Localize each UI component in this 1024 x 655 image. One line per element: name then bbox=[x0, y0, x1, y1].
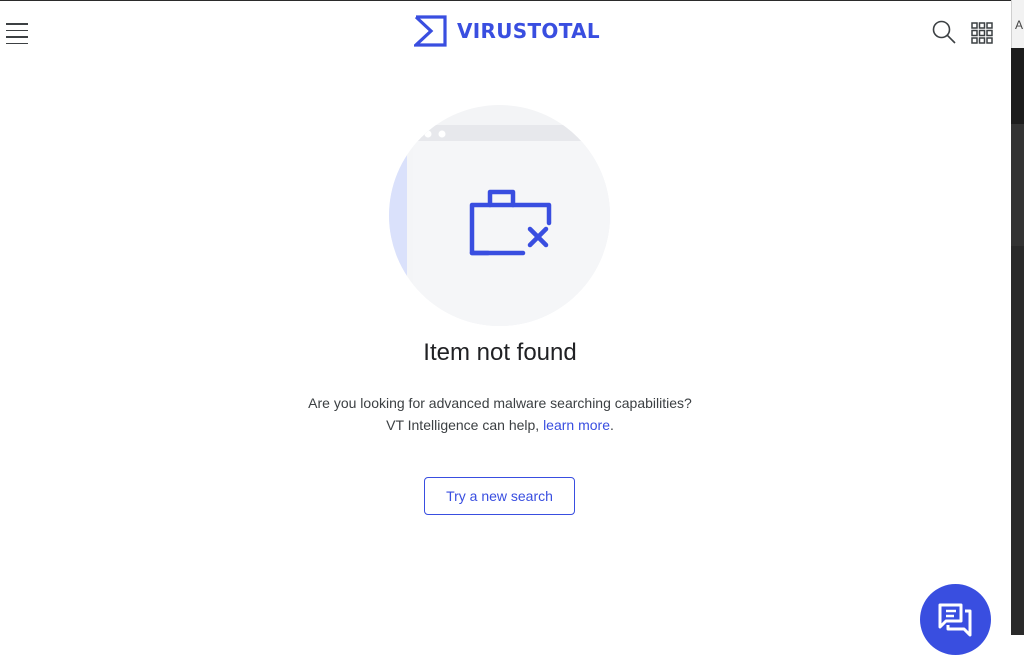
description-line-2: VT Intelligence can help, learn more. bbox=[0, 414, 1000, 436]
not-found-illustration bbox=[389, 105, 610, 326]
brand-name: VIRUSTOTAL bbox=[457, 19, 600, 43]
background-app-panel-lower bbox=[1011, 124, 1024, 246]
description-line-2-suffix: . bbox=[609, 417, 614, 433]
brand-logo[interactable]: VIRUSTOTAL bbox=[414, 15, 600, 47]
search-button[interactable] bbox=[932, 20, 956, 44]
background-app-toolbar: A bbox=[1011, 0, 1024, 48]
hamburger-menu-icon[interactable] bbox=[6, 23, 28, 45]
description-line-2-prefix: VT Intelligence can help, bbox=[386, 417, 544, 433]
apps-grid-icon bbox=[971, 22, 993, 44]
background-app-strip: A bbox=[1011, 0, 1024, 635]
page: VIRUSTOTAL Item not found Are you lookin… bbox=[0, 0, 1011, 655]
chat-bubbles-icon bbox=[938, 603, 972, 637]
learn-more-link[interactable]: learn more bbox=[543, 417, 610, 433]
search-icon bbox=[932, 20, 956, 44]
try-new-search-button[interactable]: Try a new search bbox=[424, 477, 575, 515]
virustotal-sigma-logo-icon bbox=[414, 15, 447, 47]
background-app-panel bbox=[1011, 48, 1024, 124]
background-app-letter: A bbox=[1015, 18, 1024, 32]
page-title: Item not found bbox=[423, 339, 577, 366]
description-line-1: Are you looking for advanced malware sea… bbox=[308, 395, 692, 411]
description: Are you looking for advanced malware sea… bbox=[0, 392, 1000, 436]
apps-button[interactable] bbox=[971, 22, 993, 44]
chat-button[interactable] bbox=[920, 584, 991, 655]
